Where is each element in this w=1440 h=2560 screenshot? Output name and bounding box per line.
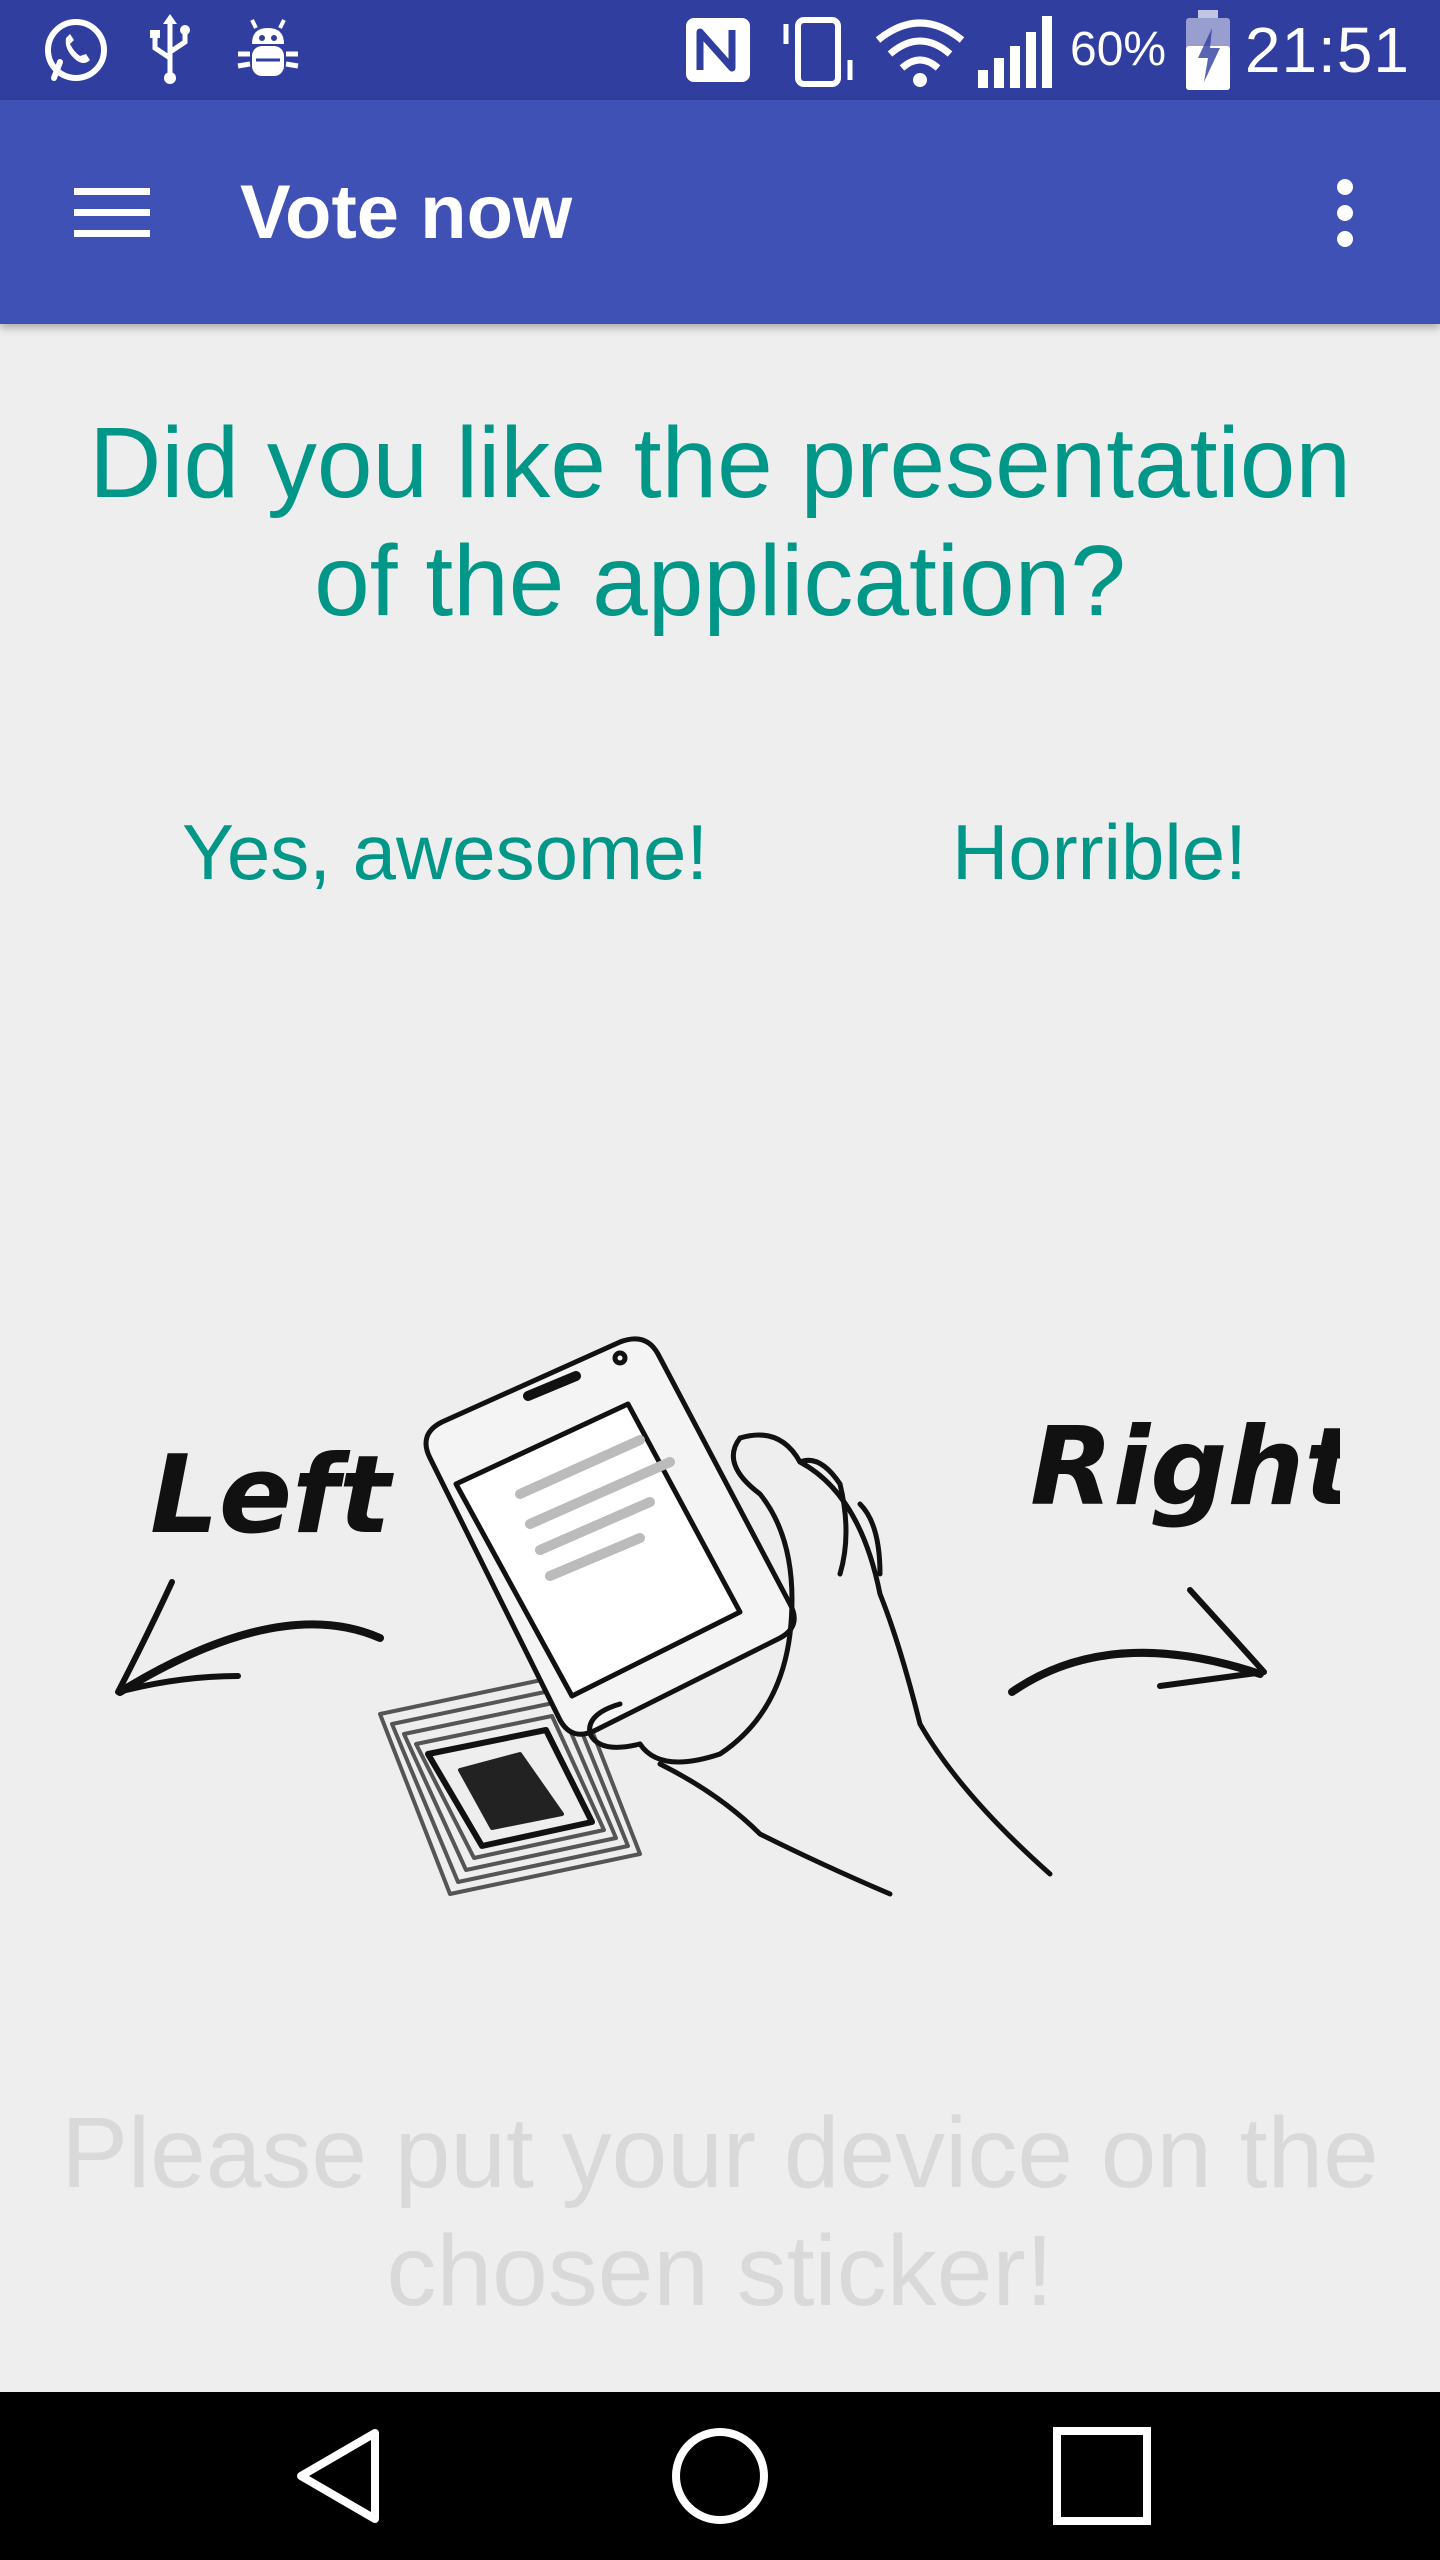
android-debug-icon	[232, 14, 304, 86]
hamburger-menu-icon	[74, 188, 150, 237]
right-label: Right	[1030, 1405, 1340, 1530]
instruction-text: Please put your device on the chosen sti…	[61, 2097, 1379, 2327]
back-icon	[297, 2429, 379, 2523]
recents-button[interactable]	[1042, 2416, 1162, 2536]
home-icon	[672, 2428, 768, 2524]
vote-question: Did you like the presentation of the app…	[89, 407, 1351, 637]
overflow-menu-button[interactable]	[1290, 158, 1400, 268]
app-bar: Vote now	[0, 100, 1440, 324]
phone-drawing	[423, 1336, 797, 1737]
page-title: Vote now	[240, 170, 573, 255]
vibrate-icon	[778, 14, 858, 90]
right-arrow-icon	[1008, 1587, 1267, 1696]
wifi-icon	[874, 14, 966, 90]
usb-icon	[145, 14, 195, 86]
whatsapp-icon	[40, 14, 112, 86]
left-label: Left	[150, 1433, 394, 1558]
navigation-drawer-button[interactable]	[56, 166, 168, 258]
nfc-instruction-illustration: Left Right	[100, 1334, 1359, 2014]
option-right[interactable]: Horrible!	[952, 804, 1247, 900]
vote-content: Did you like the presentation of the app…	[0, 324, 1440, 2392]
status-bar: 60% 21:51	[0, 0, 1440, 100]
clock: 21:51	[1244, 14, 1410, 86]
home-button[interactable]	[660, 2416, 780, 2536]
left-arrow-icon	[115, 1579, 384, 1696]
back-button[interactable]	[280, 2416, 400, 2536]
option-left[interactable]: Yes, awesome!	[182, 804, 708, 900]
nfc-icon	[682, 14, 754, 86]
recents-icon	[1053, 2427, 1151, 2525]
more-vert-icon	[1337, 179, 1353, 247]
system-nav-bar	[0, 2392, 1440, 2560]
battery-percent: 60%	[1070, 23, 1167, 76]
battery-charging-icon	[1182, 8, 1234, 92]
signal-icon	[976, 14, 1060, 90]
